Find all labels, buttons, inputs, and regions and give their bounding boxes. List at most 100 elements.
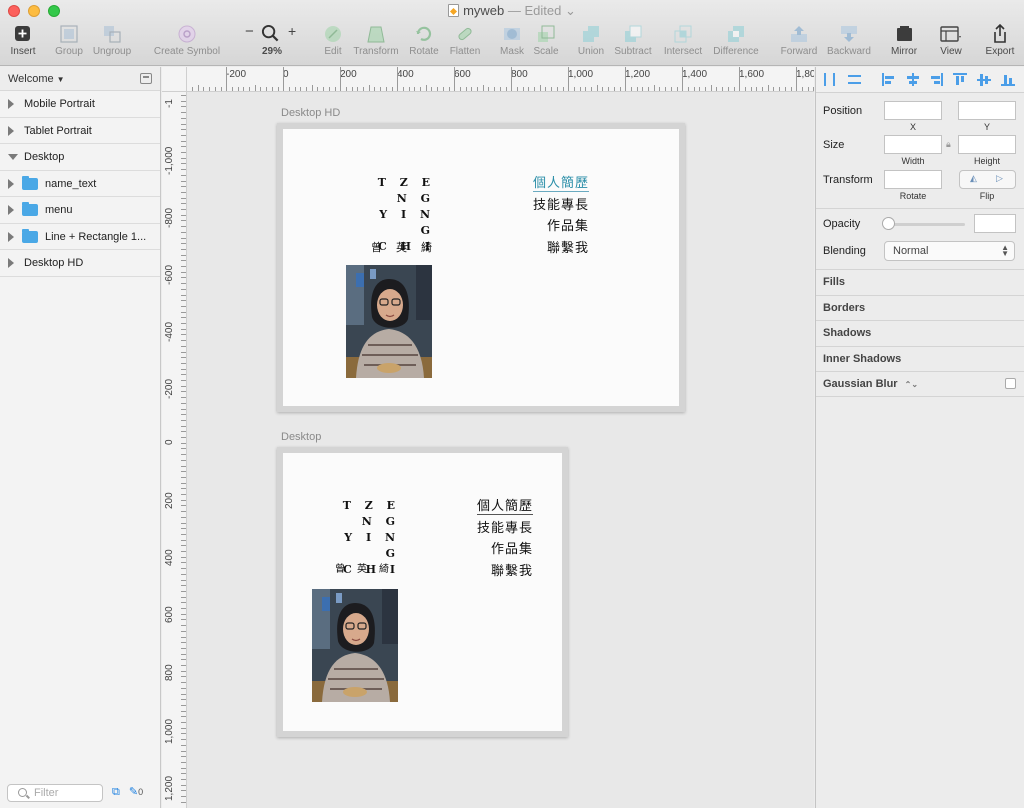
mirror-button[interactable]: Mirror <box>886 22 922 64</box>
layer-tablet-portrait[interactable]: Tablet Portrait <box>0 118 160 144</box>
ruler-tick <box>784 87 786 91</box>
menu-item-portfolio[interactable]: 作品集 <box>519 216 589 238</box>
insert-button[interactable]: Insert <box>6 22 40 64</box>
mask-button[interactable]: Mask <box>496 22 528 64</box>
align-bottom-icon[interactable] <box>1001 73 1015 86</box>
chevron-up-down-icon[interactable]: ⌃⌄ <box>905 380 918 389</box>
align-top-icon[interactable] <box>953 73 967 86</box>
ungroup-button[interactable]: Ungroup <box>90 22 134 64</box>
create-symbol-button[interactable]: Create Symbol <box>150 22 224 64</box>
scale-label: Scale <box>533 46 559 57</box>
artboard-desktop[interactable]: T Z E N G Y I N G C H I 曾英綺 個人簡歷 技能專長 作品… <box>277 447 568 737</box>
subtract-button[interactable]: Subtract <box>610 22 656 64</box>
duplicate-icon[interactable]: ⧉ <box>112 786 120 798</box>
inner-shadows-section[interactable]: Inner Shadows <box>816 345 1024 372</box>
align-middle-icon[interactable] <box>977 73 991 86</box>
horizontal-ruler[interactable]: -200 0 200 400 600 800 1,000 1,200 1,400 1,600 1,8… <box>162 67 814 92</box>
edit-button[interactable]: Edit <box>318 22 348 64</box>
gaussian-blur-checkbox[interactable] <box>1005 378 1016 389</box>
rotate-button[interactable]: Rotate <box>406 22 442 64</box>
position-y-field[interactable] <box>958 101 1016 120</box>
blending-label: Blending <box>823 245 866 257</box>
flip-vertical-icon[interactable]: ▷ <box>996 173 1003 184</box>
align-right-icon[interactable] <box>929 73 943 86</box>
vertical-ruler[interactable]: -1 -1,000 -800 -600 -400 -200 0 200 400 600 800 1,0… <box>162 92 187 808</box>
menu-item-resume[interactable]: 個人簡歷 <box>519 173 589 195</box>
menu-item-skills[interactable]: 技能專長 <box>519 195 589 217</box>
opacity-field[interactable] <box>974 214 1016 233</box>
rotate-field[interactable] <box>884 170 942 189</box>
disclosure-triangle-icon[interactable] <box>8 154 18 160</box>
ruler-tick <box>181 613 186 615</box>
disclosure-triangle-icon[interactable] <box>8 125 14 136</box>
disclosure-triangle-icon[interactable] <box>8 231 14 242</box>
ruler-tick <box>181 146 186 148</box>
borders-section[interactable]: Borders <box>816 294 1024 321</box>
align-left-icon[interactable] <box>882 73 896 86</box>
transform-button[interactable]: Transform <box>350 22 402 64</box>
blending-select[interactable]: Normal ▲ ▼ <box>884 241 1015 261</box>
ruler-tick <box>181 602 186 604</box>
layer-mobile-portrait[interactable]: Mobile Portrait <box>0 91 160 118</box>
ruler-tick <box>534 87 535 91</box>
opacity-slider[interactable] <box>886 223 965 226</box>
collapse-pages-icon[interactable] <box>140 73 152 84</box>
ruler-tick <box>181 191 186 193</box>
chevron-down-icon[interactable]: ⌄ <box>561 3 576 18</box>
disclosure-triangle-icon[interactable] <box>8 205 14 215</box>
layer-desktop-hd[interactable]: Desktop HD <box>0 250 160 277</box>
align-center-icon[interactable] <box>906 73 920 86</box>
export-button[interactable]: Export <box>982 22 1018 64</box>
difference-label: Difference <box>713 46 759 57</box>
difference-button[interactable]: Difference <box>710 22 762 64</box>
page-selector[interactable]: Welcome ▼ <box>0 67 160 91</box>
intersect-button[interactable]: Intersect <box>660 22 706 64</box>
artboard-title[interactable]: Desktop HD <box>281 107 340 119</box>
lock-icon[interactable]: 🔒︎ <box>946 139 951 150</box>
artboard-title[interactable]: Desktop <box>281 431 321 443</box>
menu-item-skills[interactable]: 技能專長 <box>461 518 533 540</box>
menu-item-resume[interactable]: 個人簡歷 <box>461 496 533 518</box>
flip-horizontal-icon[interactable]: ◭ <box>970 173 977 184</box>
width-field[interactable] <box>884 135 942 154</box>
zoom-in-button[interactable]: + <box>288 23 296 39</box>
insert-label: Insert <box>10 46 36 57</box>
distribute-vertical-icon[interactable] <box>848 73 862 86</box>
pencil-icon[interactable]: ✎ <box>129 786 138 798</box>
layer-filter-input[interactable]: Filter <box>7 784 103 802</box>
distribute-horizontal-icon[interactable] <box>823 73 837 86</box>
opacity-slider-knob[interactable] <box>882 217 895 230</box>
height-field[interactable] <box>958 135 1016 154</box>
gaussian-blur-section[interactable]: Gaussian Blur ⌃⌄ <box>816 371 1024 397</box>
layer-label: Desktop <box>24 151 65 163</box>
send-backward-icon <box>841 26 857 42</box>
disclosure-triangle-icon[interactable] <box>8 258 14 268</box>
disclosure-triangle-icon[interactable] <box>8 178 14 189</box>
backward-button[interactable]: Backward <box>824 22 874 64</box>
canvas[interactable]: -200 0 200 400 600 800 1,000 1,200 1,400 1,600 1,8… <box>162 67 814 808</box>
zoom-out-button[interactable]: − <box>245 23 254 40</box>
flatten-button[interactable]: Flatten <box>446 22 484 64</box>
ruler-tick <box>181 414 186 416</box>
menu-item-contact[interactable]: 聯繫我 <box>461 561 533 583</box>
layer-desktop[interactable]: Desktop <box>0 144 160 171</box>
layer-menu[interactable]: menu <box>0 197 160 224</box>
ruler-tick <box>528 87 530 91</box>
union-button[interactable]: Union <box>574 22 608 64</box>
ruler-tick <box>181 499 186 501</box>
forward-button[interactable]: Forward <box>778 22 820 64</box>
position-x-field[interactable] <box>884 101 942 120</box>
group-button[interactable]: Group <box>52 22 86 64</box>
disclosure-triangle-icon[interactable] <box>8 99 14 109</box>
ruler-label: 800 <box>164 664 175 681</box>
view-button[interactable]: View <box>934 22 968 64</box>
subtract-icon <box>625 25 642 42</box>
scale-button[interactable]: Scale <box>530 22 562 64</box>
layer-name-text[interactable]: name_text <box>0 171 160 197</box>
shadows-section[interactable]: Shadows <box>816 320 1024 346</box>
layer-line-rectangle[interactable]: Line + Rectangle 1... <box>0 224 160 250</box>
menu-item-portfolio[interactable]: 作品集 <box>461 539 533 561</box>
menu-item-contact[interactable]: 聯繫我 <box>519 238 589 260</box>
artboard-desktop-hd[interactable]: T Z E N G Y I N G C H I 曾英綺 個人簡歷 技能專長 作品… <box>277 123 685 412</box>
fills-section[interactable]: Fills <box>816 269 1024 295</box>
